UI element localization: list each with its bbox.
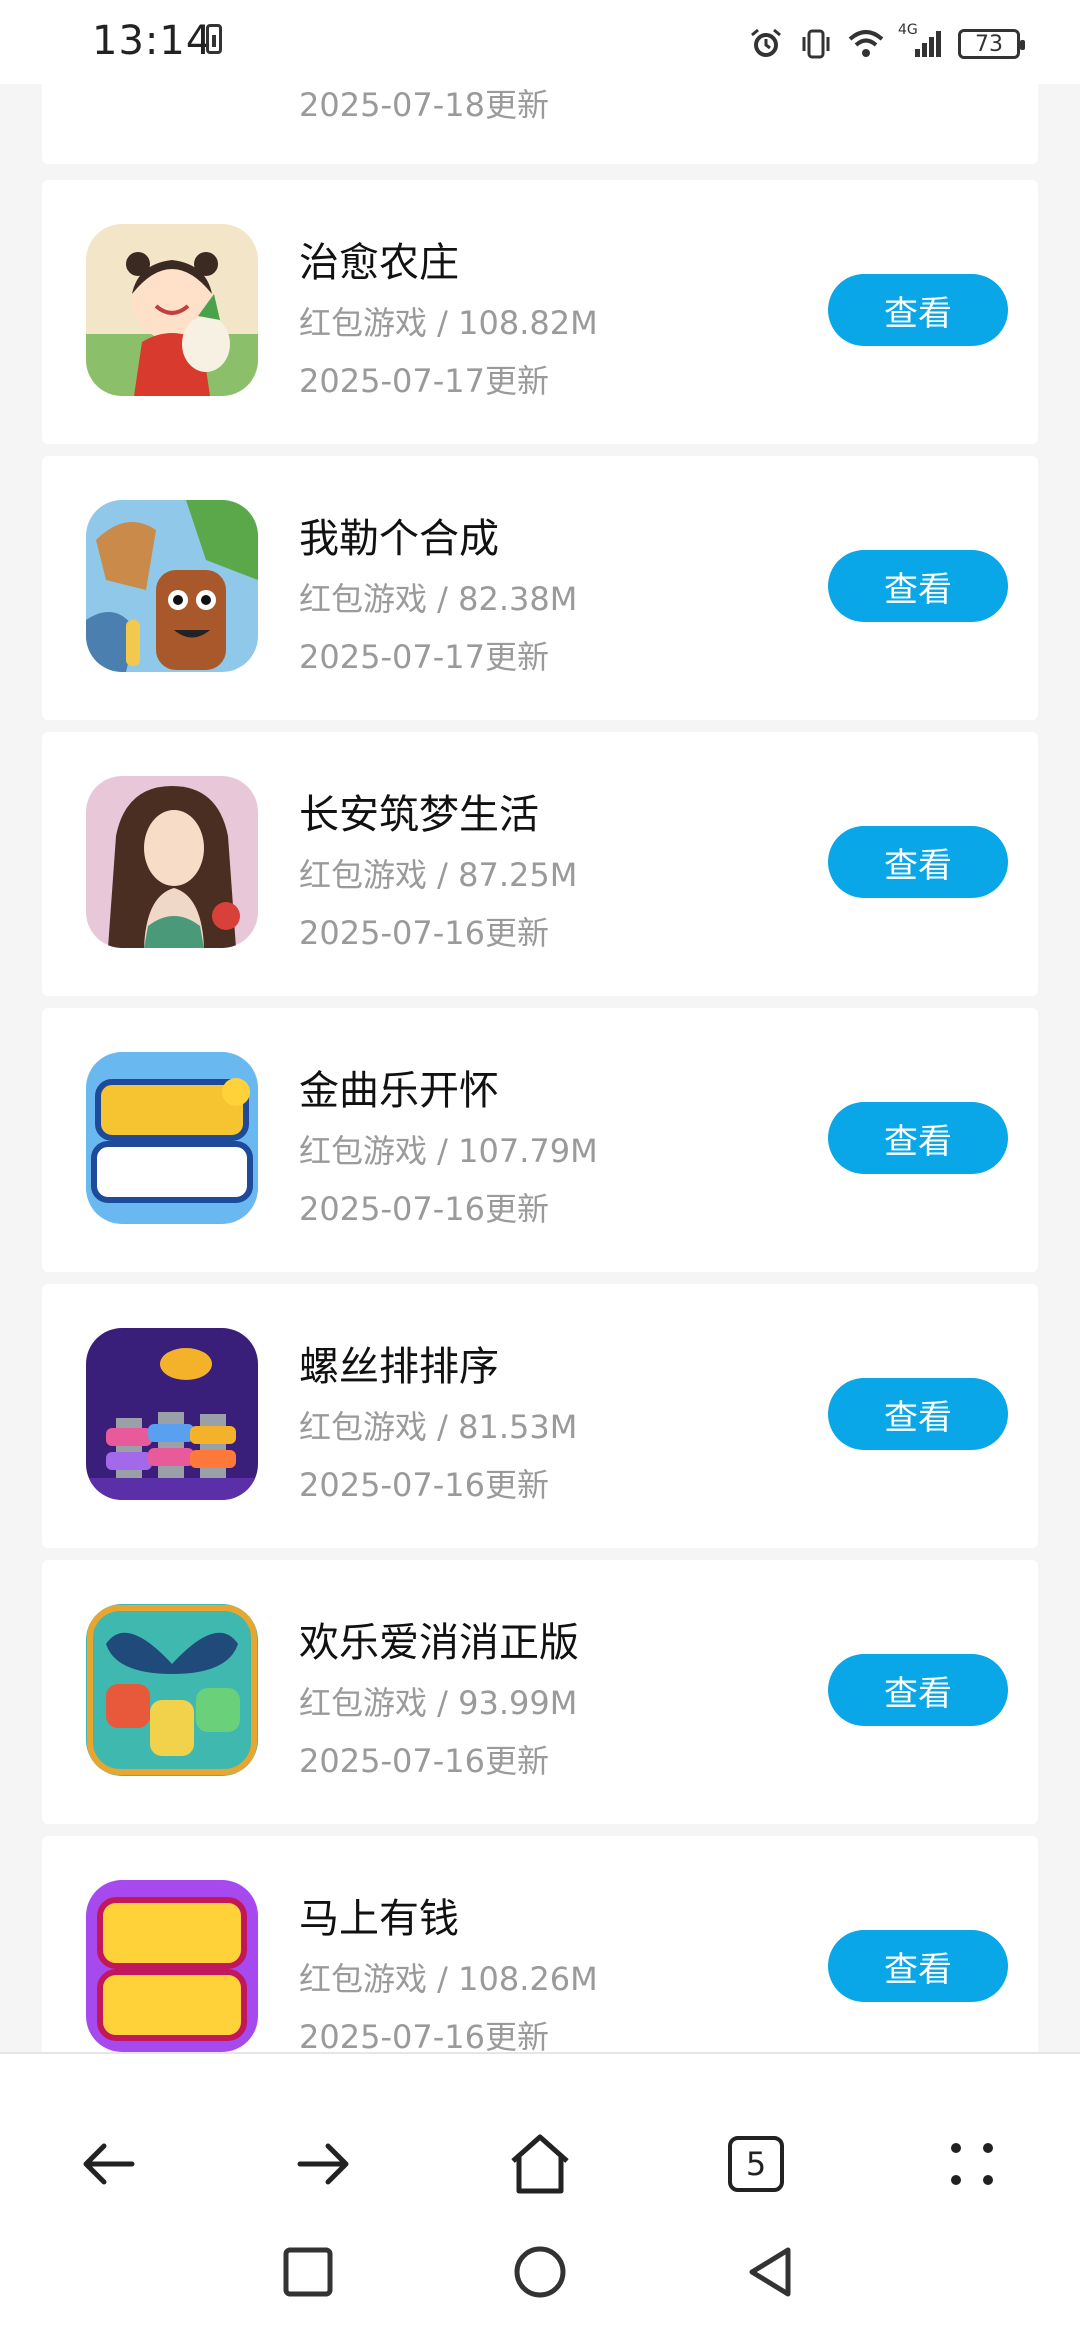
home-icon — [511, 2134, 569, 2194]
menu-dots-icon — [951, 2143, 993, 2185]
update-date: 2025-07-17更新 — [299, 638, 549, 676]
tabs-count: 5 — [728, 2136, 784, 2192]
cellular-signal-icon: 4G — [898, 22, 944, 62]
home-button[interactable] — [490, 2114, 590, 2214]
vibrate-icon — [798, 26, 834, 62]
list-item[interactable]: 螺丝排排序 红包游戏 / 81.53M 2025-07-16更新 查看 — [42, 1284, 1038, 1548]
forward-button[interactable] — [274, 2114, 374, 2214]
back-button[interactable] — [58, 2114, 158, 2214]
view-button[interactable]: 查看 — [828, 1930, 1008, 2002]
butterfly-puzzle-icon — [86, 1604, 258, 1776]
app-title: 欢乐爱消消正版 — [299, 1620, 579, 1666]
app-title: 长安筑梦生活 — [299, 792, 539, 838]
system-navigation-bar — [0, 2208, 1080, 2340]
app-title: 我勒个合成 — [299, 516, 499, 562]
golden-text-icon — [86, 1052, 258, 1224]
square-icon — [283, 2247, 333, 2297]
app-meta: 红包游戏 / 107.79M — [299, 1132, 598, 1170]
update-date: 2025-07-16更新 — [299, 1190, 549, 1228]
screw-sort-icon — [86, 1328, 258, 1500]
triangle-back-icon — [749, 2247, 791, 2297]
status-bar: 13:14 4G 73 — [0, 0, 1080, 84]
view-button[interactable]: 查看 — [828, 1102, 1008, 1174]
battery-icon: 73 — [958, 29, 1025, 59]
recent-apps-button[interactable] — [278, 2242, 338, 2302]
home-nav-button[interactable] — [510, 2242, 570, 2302]
status-time: 13:14 — [92, 18, 213, 64]
update-date: 2025-07-16更新 — [299, 1466, 549, 1504]
app-meta: 红包游戏 / 81.53M — [299, 1408, 578, 1446]
money-text-icon — [86, 1880, 258, 2052]
update-date: 2025-07-16更新 — [299, 914, 549, 952]
app-meta: 红包游戏 / 108.26M — [299, 1960, 598, 1998]
characters-icon — [86, 500, 258, 672]
woman-portrait-icon — [86, 776, 258, 948]
list-item[interactable]: 治愈农庄 红包游戏 / 108.82M 2025-07-17更新 查看 — [42, 180, 1038, 444]
status-icons: 4G 73 — [748, 20, 1025, 68]
app-meta: 红包游戏 / 87.25M — [299, 856, 578, 894]
update-date: 2025-07-16更新 — [299, 1742, 549, 1780]
list-item[interactable]: 我勒个合成 红包游戏 / 82.38M 2025-07-17更新 查看 — [42, 456, 1038, 720]
arrow-right-icon — [297, 2143, 349, 2185]
view-button[interactable]: 查看 — [828, 826, 1008, 898]
alarm-icon — [748, 26, 784, 62]
view-button[interactable]: 查看 — [828, 274, 1008, 346]
list-item[interactable]: 长安筑梦生活 红包游戏 / 87.25M 2025-07-16更新 查看 — [42, 732, 1038, 996]
tabs-button[interactable]: 5 — [706, 2114, 806, 2214]
battery-saver-icon — [206, 24, 222, 54]
list-item[interactable]: 金曲乐开怀 红包游戏 / 107.79M 2025-07-16更新 查看 — [42, 1008, 1038, 1272]
circle-icon — [514, 2246, 566, 2298]
app-title: 金曲乐开怀 — [299, 1068, 499, 1114]
arrow-left-icon — [83, 2143, 135, 2185]
wifi-icon — [848, 26, 884, 62]
back-nav-button[interactable] — [740, 2242, 800, 2302]
view-button[interactable]: 查看 — [828, 1378, 1008, 1450]
update-date: 2025-07-18更新 — [299, 86, 549, 124]
app-meta: 红包游戏 / 93.99M — [299, 1684, 578, 1722]
list-item[interactable]: 欢乐爱消消正版 红包游戏 / 93.99M 2025-07-16更新 查看 — [42, 1560, 1038, 1824]
battery-level: 73 — [975, 31, 1003, 57]
app-meta: 红包游戏 / 82.38M — [299, 580, 578, 618]
update-date: 2025-07-17更新 — [299, 362, 549, 400]
app-title: 治愈农庄 — [299, 240, 459, 286]
app-meta: 红包游戏 / 108.82M — [299, 304, 598, 342]
menu-button[interactable] — [922, 2114, 1022, 2214]
network-type-label: 4G — [898, 22, 918, 38]
view-button[interactable]: 查看 — [828, 1654, 1008, 1726]
view-button[interactable]: 查看 — [828, 550, 1008, 622]
app-title: 螺丝排排序 — [299, 1344, 499, 1390]
app-title: 马上有钱 — [299, 1896, 459, 1942]
girl-farm-icon — [86, 224, 258, 396]
